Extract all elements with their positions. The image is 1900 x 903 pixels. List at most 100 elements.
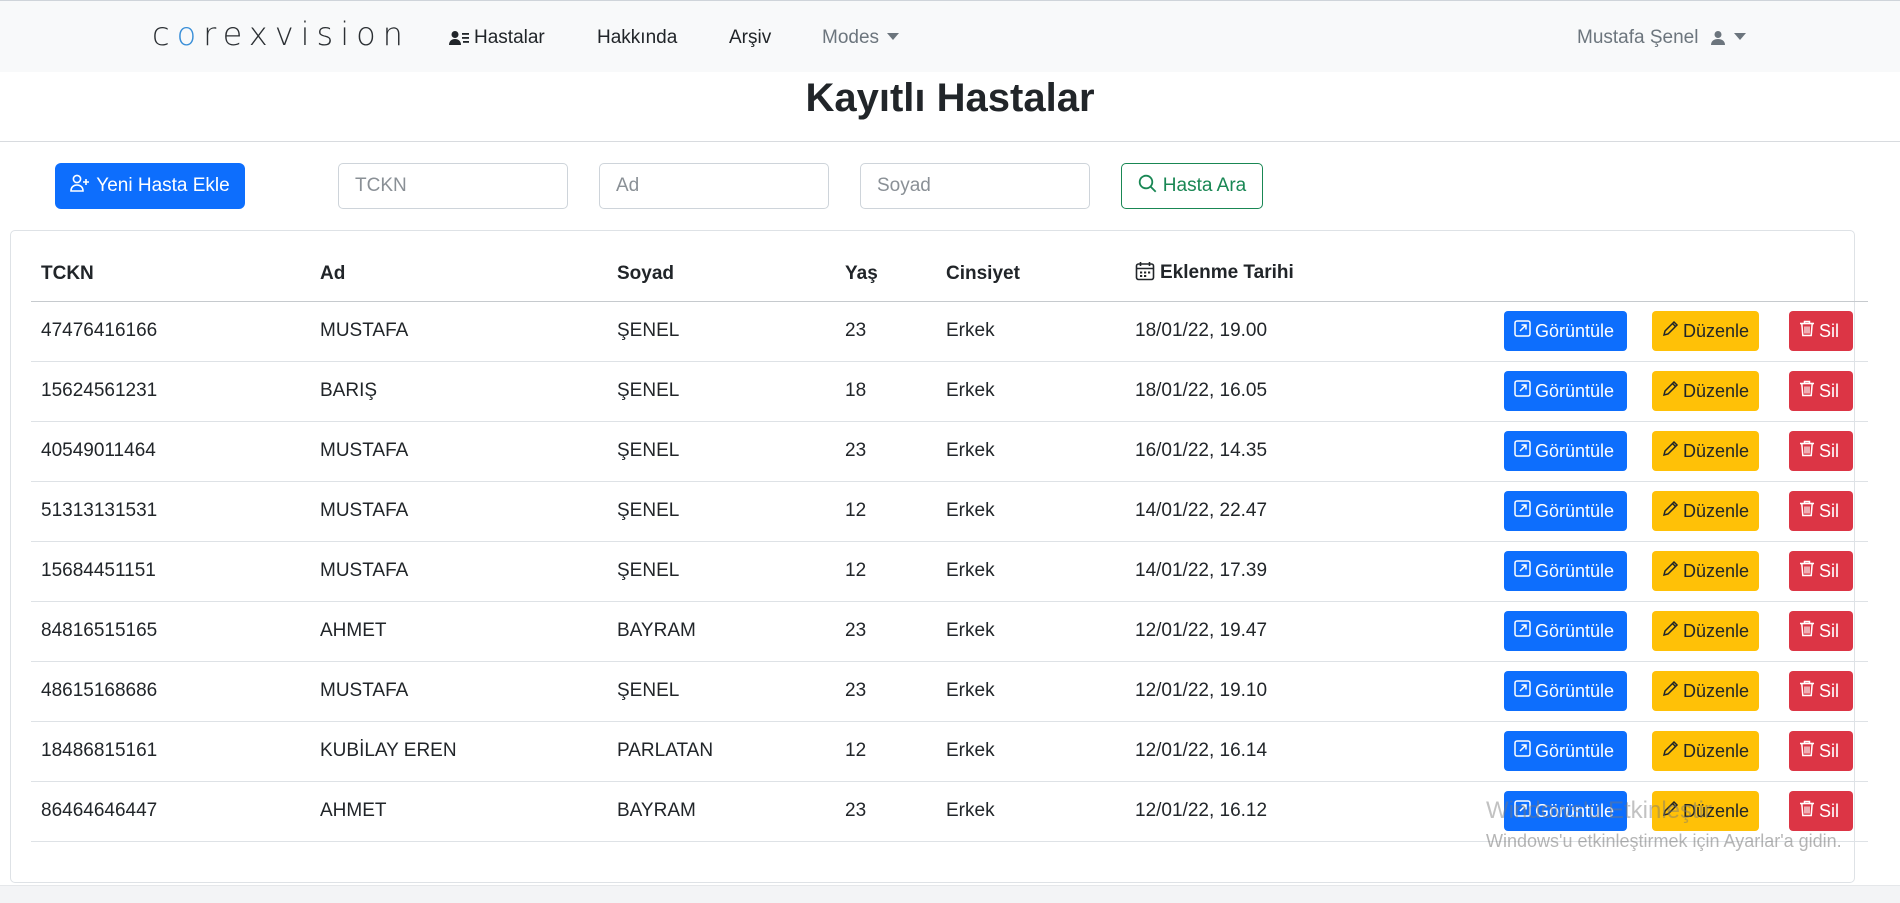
external-link-icon bbox=[1514, 740, 1531, 762]
external-link-icon bbox=[1514, 320, 1531, 342]
table-row: 40549011464 MUSTAFA ŞENEL 23 Erkek 16/01/22, … bbox=[31, 421, 1868, 482]
edit-button[interactable]: Düzenle bbox=[1652, 491, 1759, 531]
nav-link-arsiv[interactable]: Arşiv bbox=[729, 27, 771, 49]
header-cinsiyet[interactable]: Cinsiyet bbox=[936, 248, 1125, 302]
cell-soyad: ŞENEL bbox=[607, 481, 835, 542]
pencil-icon bbox=[1662, 680, 1679, 702]
nav-link-hakkinda[interactable]: Hakkında bbox=[597, 27, 677, 49]
external-link-icon bbox=[1514, 440, 1531, 462]
delete-label: Sil bbox=[1819, 560, 1840, 581]
cell-tarih: 12/01/22, 16.12 bbox=[1125, 781, 1425, 842]
user-name: Mustafa Şenel bbox=[1577, 27, 1699, 48]
view-button[interactable]: Görüntüle bbox=[1504, 611, 1627, 651]
footer-band bbox=[0, 885, 1900, 903]
view-button[interactable]: Görüntüle bbox=[1504, 551, 1627, 591]
cell-yas: 12 bbox=[835, 541, 936, 602]
cell-tckn: 40549011464 bbox=[31, 421, 310, 482]
header-tarih[interactable]: Eklenme Tarihi bbox=[1125, 248, 1425, 302]
view-button[interactable]: Görüntüle bbox=[1504, 731, 1627, 771]
view-button[interactable]: Görüntüle bbox=[1504, 311, 1627, 351]
cell-ad: AHMET bbox=[310, 781, 607, 842]
cell-cinsiyet: Erkek bbox=[936, 301, 1125, 362]
cell-tckn: 18486815161 bbox=[31, 721, 310, 782]
cell-cinsiyet: Erkek bbox=[936, 721, 1125, 782]
view-button[interactable]: Görüntüle bbox=[1504, 431, 1627, 471]
delete-button[interactable]: Sil bbox=[1789, 731, 1853, 771]
search-label: Hasta Ara bbox=[1162, 175, 1247, 196]
cell-ad: AHMET bbox=[310, 601, 607, 662]
cell-tarih: 16/01/22, 14.35 bbox=[1125, 421, 1425, 482]
nav-dropdown-modes[interactable]: Modes bbox=[822, 27, 900, 49]
view-label: Görüntüle bbox=[1535, 620, 1615, 641]
view-button[interactable]: Görüntüle bbox=[1504, 491, 1627, 531]
edit-button[interactable]: Düzenle bbox=[1652, 611, 1759, 651]
cell-tarih: 12/01/22, 16.14 bbox=[1125, 721, 1425, 782]
cell-yas: 23 bbox=[835, 781, 936, 842]
view-label: Görüntüle bbox=[1535, 500, 1615, 521]
nav-link-label: Arşiv bbox=[729, 27, 772, 48]
table-row: 15624561231 BARIŞ ŞENEL 18 Erkek 18/01/22, 16… bbox=[31, 361, 1868, 422]
soyad-input[interactable] bbox=[860, 163, 1090, 209]
delete-button[interactable]: Sil bbox=[1789, 611, 1853, 651]
cell-yas: 23 bbox=[835, 421, 936, 482]
nav-link-label: Modes bbox=[822, 27, 880, 48]
delete-label: Sil bbox=[1819, 380, 1840, 401]
nav-link-hastalar[interactable]: Hastalar bbox=[449, 27, 545, 52]
trash-icon bbox=[1799, 740, 1815, 762]
activation-watermark-subtitle: Windows'u etkinleştirmek için Ayarlar'a … bbox=[1486, 831, 1842, 851]
view-button[interactable]: Görüntüle bbox=[1504, 671, 1627, 711]
delete-label: Sil bbox=[1819, 500, 1840, 521]
delete-label: Sil bbox=[1819, 440, 1840, 461]
cell-ad: MUSTAFA bbox=[310, 421, 607, 482]
trash-icon bbox=[1799, 680, 1815, 702]
chevron-down-icon bbox=[1733, 33, 1746, 40]
view-label: Görüntüle bbox=[1535, 740, 1615, 761]
cell-ad: MUSTAFA bbox=[310, 301, 607, 362]
header-tckn[interactable]: TCKN bbox=[31, 248, 310, 302]
view-label: Görüntüle bbox=[1535, 320, 1615, 341]
pencil-icon bbox=[1662, 440, 1679, 462]
search-icon bbox=[1138, 174, 1157, 199]
nav-link-label: Hakkında bbox=[597, 27, 678, 48]
edit-button[interactable]: Düzenle bbox=[1652, 671, 1759, 711]
patients-table: TCKN Ad Soyad Yaş Cinsiyet Eklenme Tarih… bbox=[31, 248, 1868, 842]
search-patient-button[interactable]: Hasta Ara bbox=[1121, 163, 1263, 209]
delete-button[interactable]: Sil bbox=[1789, 671, 1853, 711]
header-yas[interactable]: Yaş bbox=[835, 248, 936, 302]
edit-button[interactable]: Düzenle bbox=[1652, 731, 1759, 771]
header-soyad[interactable]: Soyad bbox=[607, 248, 835, 302]
cell-tckn: 47476416166 bbox=[31, 301, 310, 362]
cell-soyad: BAYRAM bbox=[607, 601, 835, 662]
delete-button[interactable]: Sil bbox=[1789, 491, 1853, 531]
trash-icon bbox=[1799, 320, 1815, 342]
add-patient-button[interactable]: Yeni Hasta Ekle bbox=[55, 163, 245, 209]
cell-soyad: ŞENEL bbox=[607, 301, 835, 362]
edit-button[interactable]: Düzenle bbox=[1652, 551, 1759, 591]
pencil-icon bbox=[1662, 740, 1679, 762]
edit-button[interactable]: Düzenle bbox=[1652, 431, 1759, 471]
edit-button[interactable]: Düzenle bbox=[1652, 311, 1759, 351]
navbar: corexvision Hastalar Hakkında Arşiv Mode… bbox=[0, 0, 1900, 72]
user-plus-icon bbox=[70, 174, 90, 198]
cell-yas: 23 bbox=[835, 601, 936, 662]
delete-label: Sil bbox=[1819, 740, 1840, 761]
view-label: Görüntüle bbox=[1535, 440, 1615, 461]
ad-input[interactable] bbox=[599, 163, 829, 209]
delete-button[interactable]: Sil bbox=[1789, 791, 1853, 831]
trash-icon bbox=[1799, 380, 1815, 402]
edit-button[interactable]: Düzenle bbox=[1652, 371, 1759, 411]
cell-soyad: ŞENEL bbox=[607, 421, 835, 482]
add-patient-label: Yeni Hasta Ekle bbox=[96, 175, 230, 196]
delete-button[interactable]: Sil bbox=[1789, 371, 1853, 411]
cell-ad: KUBİLAY EREN bbox=[310, 721, 607, 782]
delete-button[interactable]: Sil bbox=[1789, 431, 1853, 471]
header-ad[interactable]: Ad bbox=[310, 248, 607, 302]
user-menu[interactable]: Mustafa Şenel bbox=[1577, 27, 1746, 52]
cell-yas: 18 bbox=[835, 361, 936, 422]
delete-button[interactable]: Sil bbox=[1789, 311, 1853, 351]
brand-logo[interactable]: corexvision bbox=[152, 15, 410, 53]
table-row: 84816515165 AHMET BAYRAM 23 Erkek 12/01/22, 1… bbox=[31, 601, 1868, 662]
view-button[interactable]: Görüntüle bbox=[1504, 371, 1627, 411]
delete-button[interactable]: Sil bbox=[1789, 551, 1853, 591]
tckn-input[interactable] bbox=[338, 163, 568, 209]
